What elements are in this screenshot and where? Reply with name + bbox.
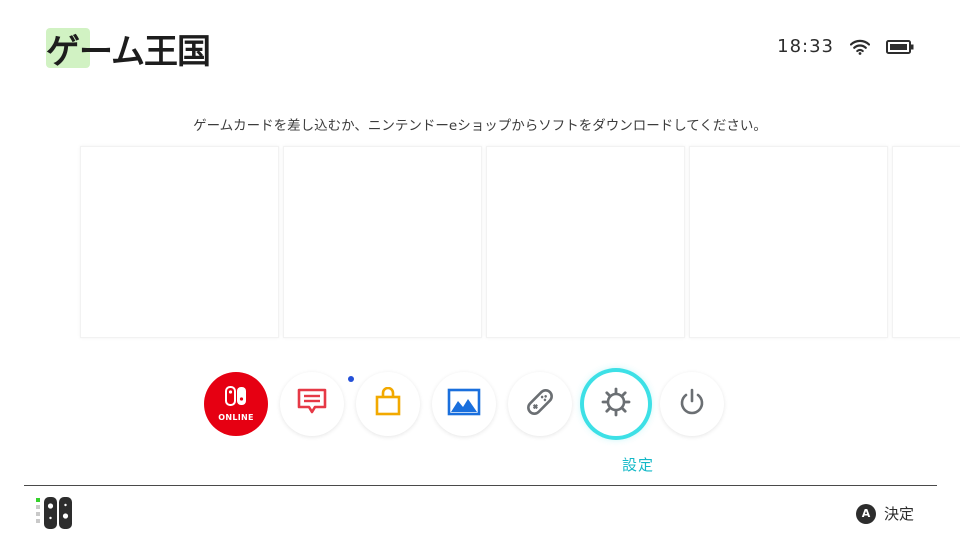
ok-label: 決定 <box>883 505 914 523</box>
news-button[interactable] <box>280 372 354 436</box>
settings-button[interactable] <box>584 372 648 436</box>
software-slot-empty <box>892 146 960 338</box>
controller-status <box>36 496 73 534</box>
shopping-bag-icon <box>373 386 403 421</box>
player-1-indicator <box>36 498 40 502</box>
software-slot-empty <box>80 146 279 338</box>
player-4-indicator <box>36 519 40 523</box>
selected-item-label: 設定 <box>622 456 655 474</box>
joy-con-icon <box>43 496 73 534</box>
logo-text: ゲーム王国 <box>46 31 211 72</box>
album-button[interactable] <box>432 372 496 436</box>
eshop-button[interactable] <box>356 372 420 436</box>
status-bar: 18:33 <box>777 36 914 57</box>
player-indicator <box>36 498 40 523</box>
power-icon <box>677 387 707 421</box>
software-slots <box>80 146 960 338</box>
battery-icon <box>886 39 914 54</box>
user-logo[interactable]: ゲーム王国 <box>46 26 211 72</box>
software-slot-empty <box>283 146 482 338</box>
player-3-indicator <box>36 512 40 516</box>
button-hint: A 決定 <box>855 503 914 524</box>
clock: 18:33 <box>777 36 834 57</box>
album-icon <box>447 388 481 420</box>
a-button-icon: A <box>855 503 876 524</box>
nintendo-switch-online-button[interactable]: ONLINE <box>204 372 268 436</box>
online-label: ONLINE <box>218 413 254 422</box>
software-slot-empty <box>689 146 888 338</box>
wifi-icon <box>850 39 870 55</box>
sleep-mode-button[interactable] <box>660 372 724 436</box>
software-slot-empty <box>486 146 685 338</box>
news-icon <box>296 387 328 421</box>
controllers-button[interactable] <box>508 372 572 436</box>
switch-logo-icon <box>225 386 247 410</box>
notification-dot <box>348 376 354 382</box>
controller-icon <box>523 385 557 423</box>
home-dock: ONLINE <box>204 372 724 436</box>
gear-icon <box>600 386 632 422</box>
footer-divider <box>24 485 937 486</box>
player-2-indicator <box>36 505 40 509</box>
no-software-message: ゲームカードを差し込むか、ニンテンドーeショップからソフトをダウンロードしてくだ… <box>193 118 767 134</box>
